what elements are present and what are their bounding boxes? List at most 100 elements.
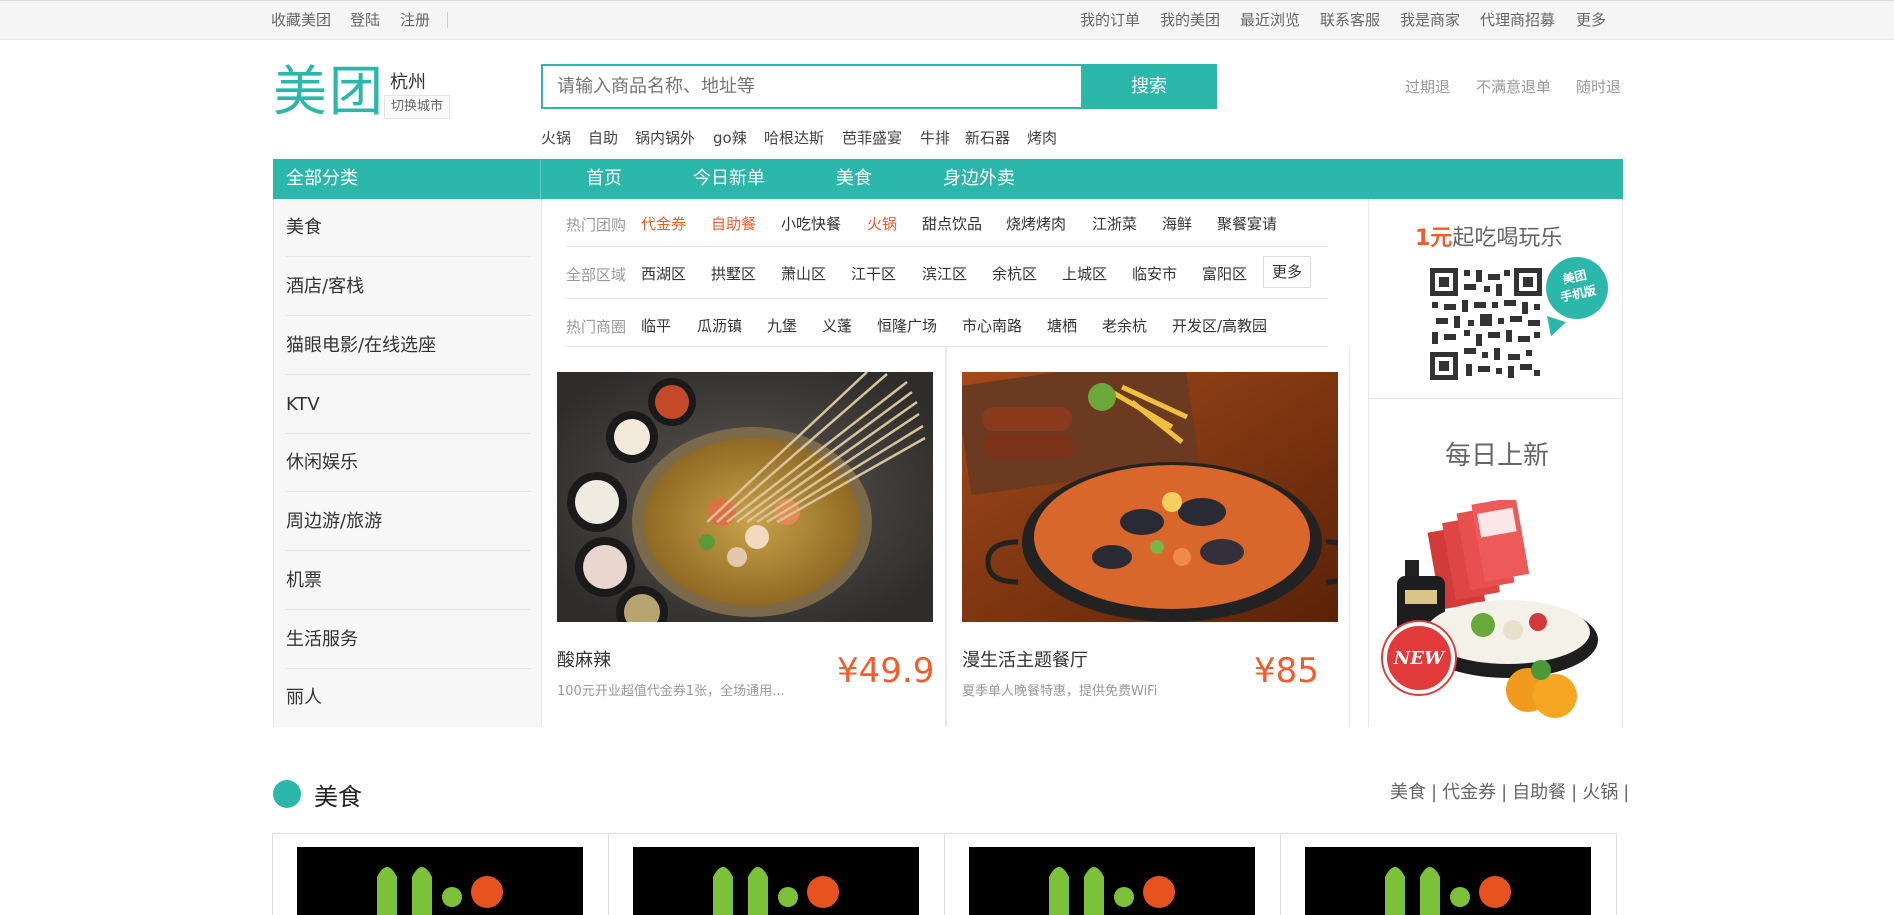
- hot-word[interactable]: 牛排: [920, 127, 950, 148]
- favorite-link[interactable]: 收藏美团: [271, 1, 331, 39]
- new-tag-text: NEW: [1393, 648, 1445, 669]
- filter-district[interactable]: 塘栖: [1047, 315, 1077, 336]
- app-promo-title: 1元起吃喝玩乐: [1415, 220, 1562, 252]
- filter-area[interactable]: 富阳区: [1202, 263, 1247, 284]
- hot-word[interactable]: 烤肉: [1027, 127, 1057, 148]
- deal-card[interactable]: 漫生活主题餐厅 夏季单人晚餐特惠，提供免费WiFi ¥85: [946, 347, 1350, 727]
- search-button[interactable]: 搜索: [1081, 64, 1217, 109]
- hot-word[interactable]: 新石器: [965, 127, 1010, 148]
- filter-area[interactable]: 萧山区: [781, 263, 826, 284]
- hot-word[interactable]: 锅内锅外: [635, 127, 695, 148]
- filter-district[interactable]: 义蓬: [822, 315, 852, 336]
- filter-label: 热门商圈: [566, 318, 627, 336]
- more-link[interactable]: 更多: [1576, 1, 1606, 39]
- sidebar-item-leisure[interactable]: 休闲娱乐: [286, 434, 531, 492]
- daily-new-title: 每日上新: [1445, 441, 1550, 471]
- filter-voucher[interactable]: 代金券: [641, 213, 686, 234]
- filter-zhejiang[interactable]: 江浙菜: [1092, 213, 1137, 234]
- daily-new-image[interactable]: NEW: [1383, 496, 1608, 729]
- deal-card[interactable]: 酸麻辣 100元开业超值代金券1张，全场通用... ¥49.9: [542, 347, 946, 727]
- filter-district[interactable]: 开发区/高教园: [1172, 315, 1267, 336]
- filter-area[interactable]: 江干区: [851, 263, 896, 284]
- deal-description: 夏季单人晚餐特惠，提供免费WiFi: [962, 684, 1158, 699]
- hot-word[interactable]: 哈根达斯: [764, 127, 824, 148]
- my-orders-link[interactable]: 我的订单: [1080, 1, 1140, 39]
- filter-banquet[interactable]: 聚餐宴请: [1217, 213, 1277, 234]
- filter-district[interactable]: 临平: [641, 315, 671, 336]
- filter-area[interactable]: 滨江区: [922, 263, 967, 284]
- category-sidebar: 美食 酒店/客栈 猫眼电影/在线选座 KTV 休闲娱乐 周边游/旅游 机票 生活…: [273, 199, 541, 727]
- hot-word[interactable]: 自助: [588, 127, 618, 148]
- hot-word[interactable]: 芭菲盛宴: [842, 127, 902, 148]
- filter-area[interactable]: 余杭区: [992, 263, 1037, 284]
- agent-recruit-link[interactable]: 代理商招募: [1480, 1, 1555, 39]
- current-city: 杭州: [390, 72, 426, 93]
- card-image[interactable]: [633, 847, 919, 915]
- deal-title[interactable]: 酸麻辣: [557, 646, 611, 672]
- section-link[interactable]: 自助餐: [1512, 782, 1566, 803]
- hot-word[interactable]: go辣: [713, 127, 747, 148]
- more-areas-button[interactable]: 更多: [1263, 256, 1311, 288]
- filter-area[interactable]: 临安市: [1132, 263, 1177, 284]
- card-image[interactable]: [297, 847, 583, 915]
- merchant-link[interactable]: 我是商家: [1400, 1, 1460, 39]
- promo-highlight: 1元: [1415, 226, 1453, 251]
- card-image[interactable]: [1305, 847, 1591, 915]
- switch-city-button[interactable]: 切换城市: [384, 95, 450, 119]
- recent-views-link[interactable]: 最近浏览: [1240, 1, 1300, 39]
- section-link[interactable]: 火锅: [1582, 782, 1618, 803]
- promise-anytime-refund[interactable]: 随时退: [1576, 76, 1621, 97]
- sidebar-item-movie[interactable]: 猫眼电影/在线选座: [286, 317, 531, 375]
- logo[interactable]: 美团: [273, 60, 385, 124]
- customer-service-link[interactable]: 联系客服: [1320, 1, 1380, 39]
- sidebar-item-beauty[interactable]: 丽人: [286, 669, 531, 727]
- promise-unsatisfied-refund[interactable]: 不满意退单: [1476, 76, 1551, 97]
- filter-district[interactable]: 九堡: [767, 315, 797, 336]
- login-link[interactable]: 登陆: [350, 1, 380, 39]
- filter-area[interactable]: 上城区: [1062, 263, 1107, 284]
- register-link[interactable]: 注册: [400, 1, 430, 39]
- filter-district[interactable]: 瓜沥镇: [697, 315, 742, 336]
- filter-area[interactable]: 西湖区: [641, 263, 686, 284]
- nav-food[interactable]: 美食: [836, 159, 872, 199]
- sidebar-item-food[interactable]: 美食: [286, 199, 531, 257]
- filter-district[interactable]: 老余杭: [1102, 315, 1147, 336]
- divider: |: [1501, 782, 1508, 803]
- filter-buffet[interactable]: 自助餐: [711, 213, 756, 234]
- divider: [447, 12, 448, 28]
- sidebar-item-flights[interactable]: 机票: [286, 552, 531, 610]
- food-card[interactable]: [608, 833, 945, 915]
- filter-bbq[interactable]: 烧烤烤肉: [1006, 213, 1066, 234]
- deal-image-paella[interactable]: [962, 372, 1338, 622]
- food-card[interactable]: [272, 833, 609, 915]
- divider: |: [1571, 782, 1578, 803]
- section-link[interactable]: 代金券: [1442, 782, 1496, 803]
- all-categories[interactable]: 全部分类: [273, 159, 541, 199]
- filter-district[interactable]: 市心南路: [962, 315, 1022, 336]
- nav-today-new[interactable]: 今日新单: [693, 159, 765, 199]
- filter-snack[interactable]: 小吃快餐: [781, 213, 841, 234]
- sidebar-item-travel[interactable]: 周边游/旅游: [286, 493, 531, 551]
- promise-expired-refund[interactable]: 过期退: [1405, 76, 1450, 97]
- nav-home[interactable]: 首页: [586, 159, 622, 199]
- sidebar-item-life-service[interactable]: 生活服务: [286, 611, 531, 669]
- my-meituan-link[interactable]: 我的美团: [1160, 1, 1220, 39]
- deal-image-hotpot[interactable]: [557, 372, 933, 622]
- search-input[interactable]: [543, 66, 1081, 107]
- deal-title[interactable]: 漫生活主题餐厅: [962, 646, 1088, 672]
- divider: |: [1431, 782, 1438, 803]
- hot-word[interactable]: 火锅: [541, 127, 571, 148]
- filter-dessert[interactable]: 甜点饮品: [922, 213, 982, 234]
- qr-code-icon[interactable]: [1430, 268, 1542, 384]
- food-card[interactable]: [944, 833, 1281, 915]
- nav-takeout[interactable]: 身边外卖: [943, 159, 1015, 199]
- filter-area[interactable]: 拱墅区: [711, 263, 756, 284]
- sidebar-item-ktv[interactable]: KTV: [286, 376, 531, 434]
- sidebar-item-hotel[interactable]: 酒店/客栈: [286, 258, 531, 316]
- filter-seafood[interactable]: 海鲜: [1162, 213, 1192, 234]
- filter-hotpot[interactable]: 火锅: [867, 213, 897, 234]
- card-image[interactable]: [969, 847, 1255, 915]
- food-card[interactable]: [1280, 833, 1617, 915]
- filter-district[interactable]: 恒隆广场: [877, 315, 937, 336]
- section-link[interactable]: 美食: [1390, 782, 1426, 803]
